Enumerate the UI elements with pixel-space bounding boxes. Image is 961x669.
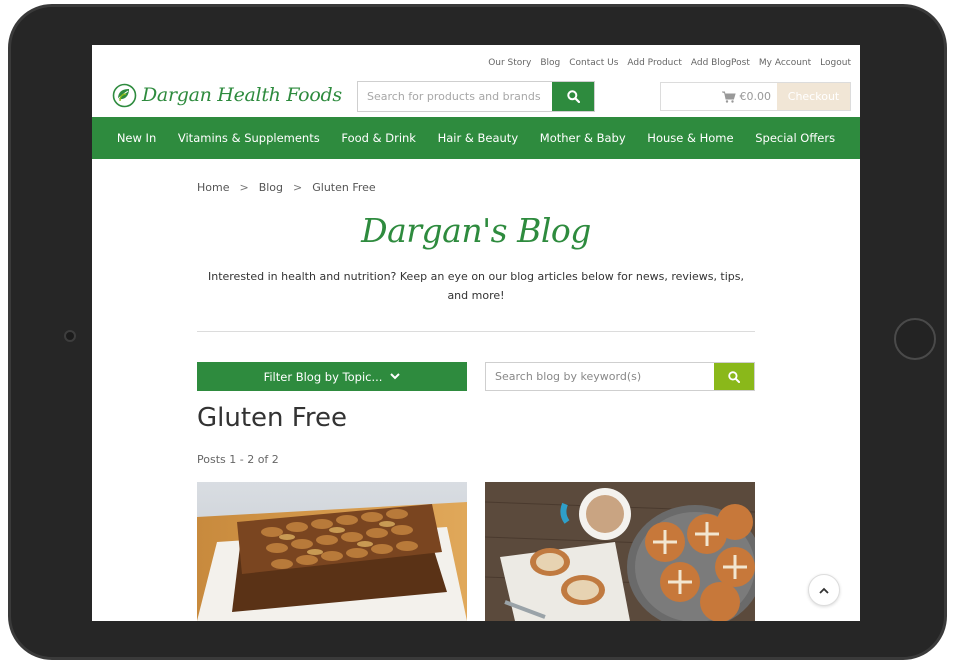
breadcrumb-separator: > [239, 181, 249, 194]
utility-link-contact-us[interactable]: Contact Us [569, 58, 618, 68]
search-icon [728, 370, 740, 383]
search-icon [566, 90, 580, 103]
blog-search [485, 362, 755, 391]
blog-search-button[interactable] [714, 363, 754, 390]
nav-item-new-in[interactable]: New In [117, 131, 156, 145]
breadcrumb: Home > Blog > Gluten Free [197, 181, 376, 194]
checkout-button[interactable]: Checkout [777, 83, 850, 110]
posts-count: Posts 1 - 2 of 2 [197, 453, 279, 466]
utility-link-add-blogpost[interactable]: Add BlogPost [691, 58, 750, 68]
breadcrumb-blog[interactable]: Blog [259, 181, 283, 194]
nav-item-food-drink[interactable]: Food & Drink [341, 131, 416, 145]
nav-item-house-home[interactable]: House & Home [647, 131, 733, 145]
blog-search-input[interactable] [486, 363, 714, 390]
nav-item-mother-baby[interactable]: Mother & Baby [540, 131, 626, 145]
product-search [357, 81, 595, 112]
post-image-hot-cross-buns[interactable] [485, 482, 755, 621]
filter-topic-label: Filter Blog by Topic... [263, 369, 383, 384]
utility-link-blog[interactable]: Blog [540, 58, 560, 68]
hot-cross-buns-image [485, 482, 755, 621]
utility-link-add-product[interactable]: Add Product [627, 58, 681, 68]
divider [197, 331, 755, 332]
breadcrumb-separator: > [293, 181, 303, 194]
post-image-fruit-cake[interactable] [197, 482, 467, 621]
nav-item-hair-beauty[interactable]: Hair & Beauty [438, 131, 519, 145]
cart-widget: €0.00 Checkout [660, 82, 851, 111]
chevron-down-icon [390, 373, 401, 380]
nav-item-vitamins-supplements[interactable]: Vitamins & Supplements [178, 131, 320, 145]
utility-links: Our Story Blog Contact Us Add Product Ad… [488, 58, 851, 68]
browser-viewport: Our Story Blog Contact Us Add Product Ad… [92, 45, 860, 621]
fruit-cake-image [197, 482, 467, 621]
tablet-home-button[interactable] [894, 318, 936, 360]
site-logo[interactable]: Dargan Health Foods [112, 81, 342, 109]
nav-item-special-offers[interactable]: Special Offers [755, 131, 835, 145]
logo-text: Dargan Health Foods [142, 84, 342, 106]
utility-link-my-account[interactable]: My Account [759, 58, 811, 68]
breadcrumb-home[interactable]: Home [197, 181, 229, 194]
chevron-up-icon [819, 587, 829, 594]
filter-topic-button[interactable]: Filter Blog by Topic... [197, 362, 467, 391]
breadcrumb-current: Gluten Free [312, 181, 376, 194]
section-title: Gluten Free [197, 403, 347, 433]
cart-icon [721, 91, 736, 103]
cart-amount: €0.00 [739, 90, 772, 103]
utility-link-our-story[interactable]: Our Story [488, 58, 531, 68]
leaf-logo-icon [112, 83, 137, 107]
blog-title: Dargan's Blog [361, 211, 591, 250]
tablet-camera [64, 330, 76, 342]
product-search-button[interactable] [552, 82, 594, 111]
blog-intro: Interested in health and nutrition? Keep… [207, 270, 745, 302]
cart-summary[interactable]: €0.00 [661, 90, 777, 103]
main-nav: New In Vitamins & Supplements Food & Dri… [92, 117, 860, 159]
product-search-input[interactable] [358, 82, 552, 111]
utility-link-logout[interactable]: Logout [820, 58, 851, 68]
scroll-to-top-button[interactable] [808, 574, 840, 606]
